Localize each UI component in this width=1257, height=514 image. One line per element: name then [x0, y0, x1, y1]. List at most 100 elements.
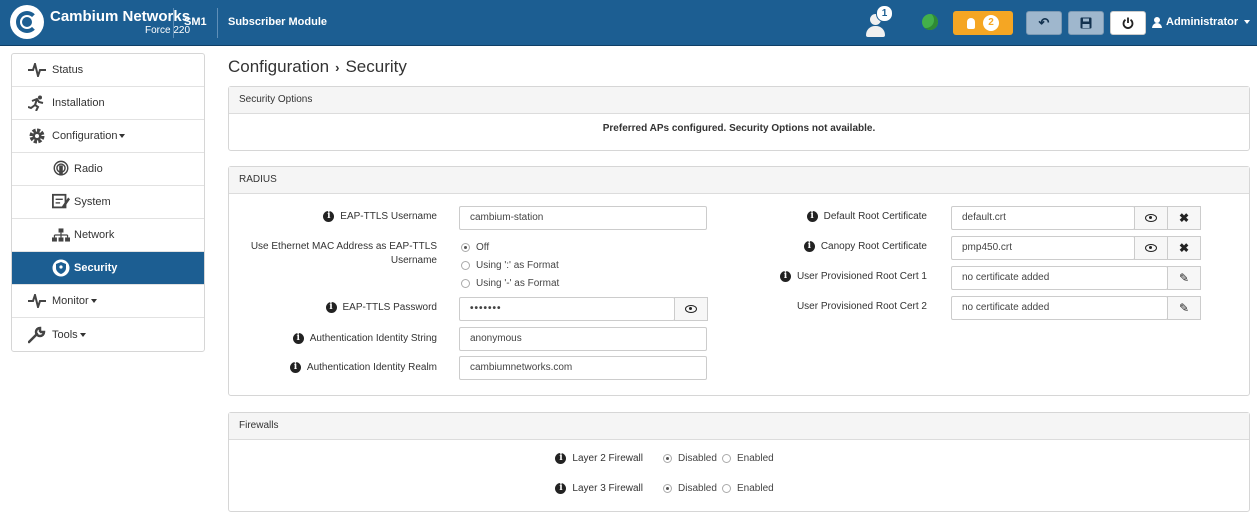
- sidebar-item-network[interactable]: Network: [12, 219, 204, 252]
- radius-panel: RADIUS i EAP-TTLS Username cambium-statio…: [228, 166, 1250, 396]
- sidebar-item-radio[interactable]: Radio: [12, 153, 204, 186]
- sidebar-item-label: Tools: [52, 328, 78, 341]
- network-icon: [52, 226, 70, 244]
- eye-icon: [1145, 214, 1157, 222]
- eap-password-input[interactable]: •••••••: [459, 297, 675, 321]
- page-title: Configuration › Security: [228, 57, 407, 77]
- sidebar-item-label: Radio: [74, 163, 103, 175]
- default-root-cert-label: i Default Root Certificate: [806, 211, 927, 222]
- header-divider: [217, 8, 218, 38]
- sidebar-item-installation[interactable]: Installation: [12, 87, 204, 120]
- sidebar-item-label: Network: [74, 229, 115, 241]
- show-password-button[interactable]: [674, 297, 708, 321]
- mac-option-off[interactable]: Off: [461, 242, 489, 253]
- undo-icon: ↶: [1038, 15, 1050, 30]
- panel-title: RADIUS: [229, 167, 1249, 194]
- close-icon: ✖: [1178, 241, 1190, 255]
- canopy-root-cert-input[interactable]: pmp450.crt: [951, 236, 1135, 260]
- security-options-panel: Security Options Preferred APs configure…: [228, 86, 1250, 151]
- layer2-disabled-radio[interactable]: Disabled: [663, 453, 717, 464]
- user-cert1-input[interactable]: no certificate added: [951, 266, 1168, 290]
- panel-title: Security Options: [229, 87, 1249, 114]
- edit-user-cert1-button[interactable]: ✎: [1167, 266, 1201, 290]
- chevron-right-icon: ›: [335, 60, 340, 75]
- reboot-button[interactable]: [1110, 11, 1146, 35]
- edit-user-cert2-button[interactable]: ✎: [1167, 296, 1201, 320]
- sidebar-item-label: Installation: [52, 97, 105, 109]
- mac-username-label: Use Ethernet MAC Address as EAP-TTLS Use…: [250, 241, 437, 266]
- default-root-cert-input[interactable]: default.crt: [951, 206, 1135, 230]
- breadcrumb-current: Security: [345, 57, 407, 76]
- undo-button[interactable]: ↶: [1026, 11, 1062, 35]
- delete-canopy-cert-button[interactable]: ✖: [1167, 236, 1201, 260]
- cambium-logo-icon: [10, 5, 44, 39]
- caret-down-icon: [1244, 20, 1251, 24]
- info-icon[interactable]: i: [292, 333, 304, 344]
- save-button[interactable]: [1068, 11, 1104, 35]
- close-icon: ✖: [1178, 211, 1190, 225]
- info-icon[interactable]: i: [803, 241, 815, 252]
- brand-name: Cambium Networks: [50, 7, 191, 25]
- delete-default-cert-button[interactable]: ✖: [1167, 206, 1201, 230]
- eap-password-label: i EAP-TTLS Password: [325, 302, 437, 313]
- view-canopy-cert-button[interactable]: [1134, 236, 1168, 260]
- eap-username-input[interactable]: cambium-station: [459, 206, 707, 230]
- power-icon: [1122, 17, 1134, 29]
- user-cert2-input[interactable]: no certificate added: [951, 296, 1168, 320]
- device-name: SM1: [184, 16, 207, 28]
- system-icon: [52, 193, 70, 211]
- brand-model: Force 220: [145, 24, 191, 36]
- view-default-cert-button[interactable]: [1134, 206, 1168, 230]
- info-icon[interactable]: i: [289, 362, 301, 373]
- user-name: Administrator: [1166, 16, 1239, 28]
- security-options-message: Preferred APs configured. Security Optio…: [602, 123, 876, 134]
- sidebar: Status Installation Configuration Radio …: [11, 53, 205, 352]
- alerts-button[interactable]: 2: [953, 11, 1013, 35]
- layer2-firewall-label: i Layer 2 Firewall: [555, 453, 643, 464]
- radio-icon: [461, 279, 470, 288]
- info-icon[interactable]: i: [779, 271, 791, 282]
- wrench-icon: [28, 326, 46, 344]
- sidebar-item-label: System: [74, 196, 111, 208]
- auth-realm-input[interactable]: cambiumnetworks.com: [459, 356, 707, 380]
- info-icon[interactable]: i: [555, 483, 567, 494]
- panel-title: Firewalls: [229, 413, 1249, 440]
- radio-icon: [461, 261, 470, 270]
- mac-option-dash[interactable]: Using '-' as Format: [461, 278, 559, 289]
- layer2-enabled-radio[interactable]: Enabled: [722, 453, 774, 464]
- user-menu[interactable]: Administrator: [1152, 16, 1251, 28]
- layer3-enabled-radio[interactable]: Enabled: [722, 483, 774, 494]
- sidebar-item-security[interactable]: Security: [12, 252, 204, 285]
- sidebar-item-monitor[interactable]: Monitor: [12, 285, 204, 318]
- mac-option-colon[interactable]: Using ':' as Format: [461, 260, 559, 271]
- info-icon[interactable]: i: [555, 453, 567, 464]
- info-icon[interactable]: i: [325, 302, 337, 313]
- auth-identity-input[interactable]: anonymous: [459, 327, 707, 351]
- globe-icon[interactable]: [922, 14, 938, 30]
- radio-icon: [52, 160, 70, 178]
- sidebar-item-status[interactable]: Status: [12, 54, 204, 87]
- sidebar-item-label: Status: [52, 64, 84, 76]
- auth-realm-label: i Authentication Identity Realm: [289, 362, 437, 373]
- sidebar-item-system[interactable]: System: [12, 186, 204, 219]
- layer3-disabled-radio[interactable]: Disabled: [663, 483, 717, 494]
- radio-icon: [722, 454, 731, 463]
- pencil-icon: ✎: [1178, 271, 1190, 285]
- users-notification-button[interactable]: 1: [864, 5, 893, 38]
- sidebar-item-label: Monitor: [52, 295, 89, 307]
- header-divider: [173, 8, 174, 38]
- sidebar-item-configuration[interactable]: Configuration: [12, 120, 204, 153]
- radio-selected-icon: [663, 484, 672, 493]
- pulse-icon: [28, 292, 46, 310]
- user-cert1-label: i User Provisioned Root Cert 1: [779, 271, 927, 282]
- caret-down-icon: [79, 332, 86, 337]
- floppy-disk-icon: [1080, 17, 1092, 29]
- brand-logo[interactable]: Cambium Networks Force 220: [10, 4, 190, 40]
- gear-icon: [28, 127, 46, 145]
- info-icon[interactable]: i: [806, 211, 818, 222]
- sidebar-item-tools[interactable]: Tools: [12, 318, 204, 351]
- layer3-firewall-label: i Layer 3 Firewall: [555, 483, 643, 494]
- info-icon[interactable]: i: [323, 211, 335, 222]
- auth-identity-label: i Authentication Identity String: [292, 333, 437, 344]
- user-cert2-label: User Provisioned Root Cert 2: [796, 301, 927, 312]
